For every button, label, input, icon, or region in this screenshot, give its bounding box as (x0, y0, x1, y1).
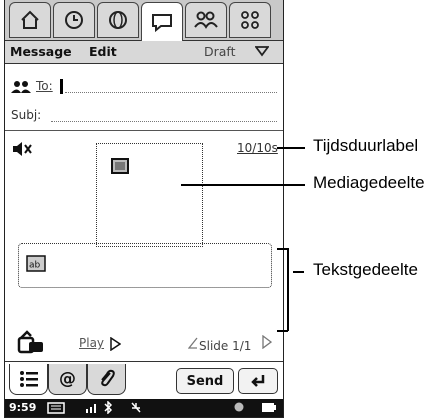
callout-line-duration (277, 147, 305, 149)
antenna-icon (130, 401, 142, 417)
play-icon[interactable] (109, 336, 122, 355)
menu-edit[interactable]: Edit (89, 44, 117, 59)
bottom-toolbar: @ Send (5, 361, 283, 400)
text-cursor (60, 79, 63, 94)
callout-line-media (181, 184, 305, 186)
message-icon[interactable] (141, 2, 183, 41)
callout-media-area: Mediagedeelte (313, 173, 425, 192)
to-label[interactable]: To: (36, 79, 53, 93)
status-bar: 9:59 (5, 399, 283, 417)
keyboard-icon[interactable] (47, 402, 65, 417)
divider (5, 130, 283, 131)
next-slide-icon[interactable] (262, 334, 273, 353)
draft-dropdown[interactable]: Draft (204, 44, 236, 59)
image-placeholder-icon (111, 158, 129, 178)
send-button[interactable]: Send (176, 368, 234, 394)
callout-bracket-bottom (277, 330, 288, 332)
callout-line-text (293, 271, 304, 273)
play-button[interactable]: Play (79, 336, 104, 350)
subject-field[interactable] (51, 121, 277, 122)
slide-counter: Slide 1/1 (199, 339, 252, 353)
media-area[interactable] (96, 143, 203, 247)
prev-slide-icon[interactable] (187, 336, 198, 355)
svg-text:ab: ab (29, 261, 41, 271)
chevron-down-icon[interactable] (254, 45, 270, 60)
callout-duration-label: Tijdsduurlabel (313, 136, 419, 155)
contacts-icon[interactable] (185, 2, 227, 38)
contacts-small-icon[interactable] (11, 79, 31, 98)
slide-tools-icon[interactable] (15, 330, 45, 358)
list-icon[interactable] (9, 364, 48, 395)
back-button[interactable] (238, 368, 278, 394)
globe-icon[interactable] (97, 2, 139, 38)
callout-bracket (287, 248, 289, 331)
clock-time: 9:59 (9, 401, 37, 414)
at-icon[interactable]: @ (48, 364, 87, 395)
bluetooth-icon (103, 400, 113, 417)
clock-icon[interactable] (53, 2, 95, 38)
attach-icon[interactable] (87, 364, 126, 395)
callout-text-area: Tekstgedeelte (313, 260, 418, 279)
home-icon[interactable] (9, 2, 51, 38)
menu-bar: Message Edit Draft (5, 41, 283, 64)
duration-label[interactable]: 10/10s (237, 141, 278, 155)
menu-message[interactable]: Message (10, 44, 72, 59)
text-placeholder-icon: ab (26, 255, 46, 276)
to-field[interactable] (65, 92, 277, 93)
battery-icon (261, 402, 277, 416)
app-tab-bar (5, 0, 283, 41)
signal-icon (85, 401, 99, 417)
phone-screen: Message Edit Draft To: Subj: 10/10s ab P… (4, 0, 284, 418)
speaker-icon[interactable] (11, 140, 33, 162)
sync-icon (233, 401, 245, 416)
apps-icon[interactable] (229, 2, 271, 38)
text-area[interactable]: ab (18, 243, 272, 288)
subj-label: Subj: (11, 108, 42, 122)
